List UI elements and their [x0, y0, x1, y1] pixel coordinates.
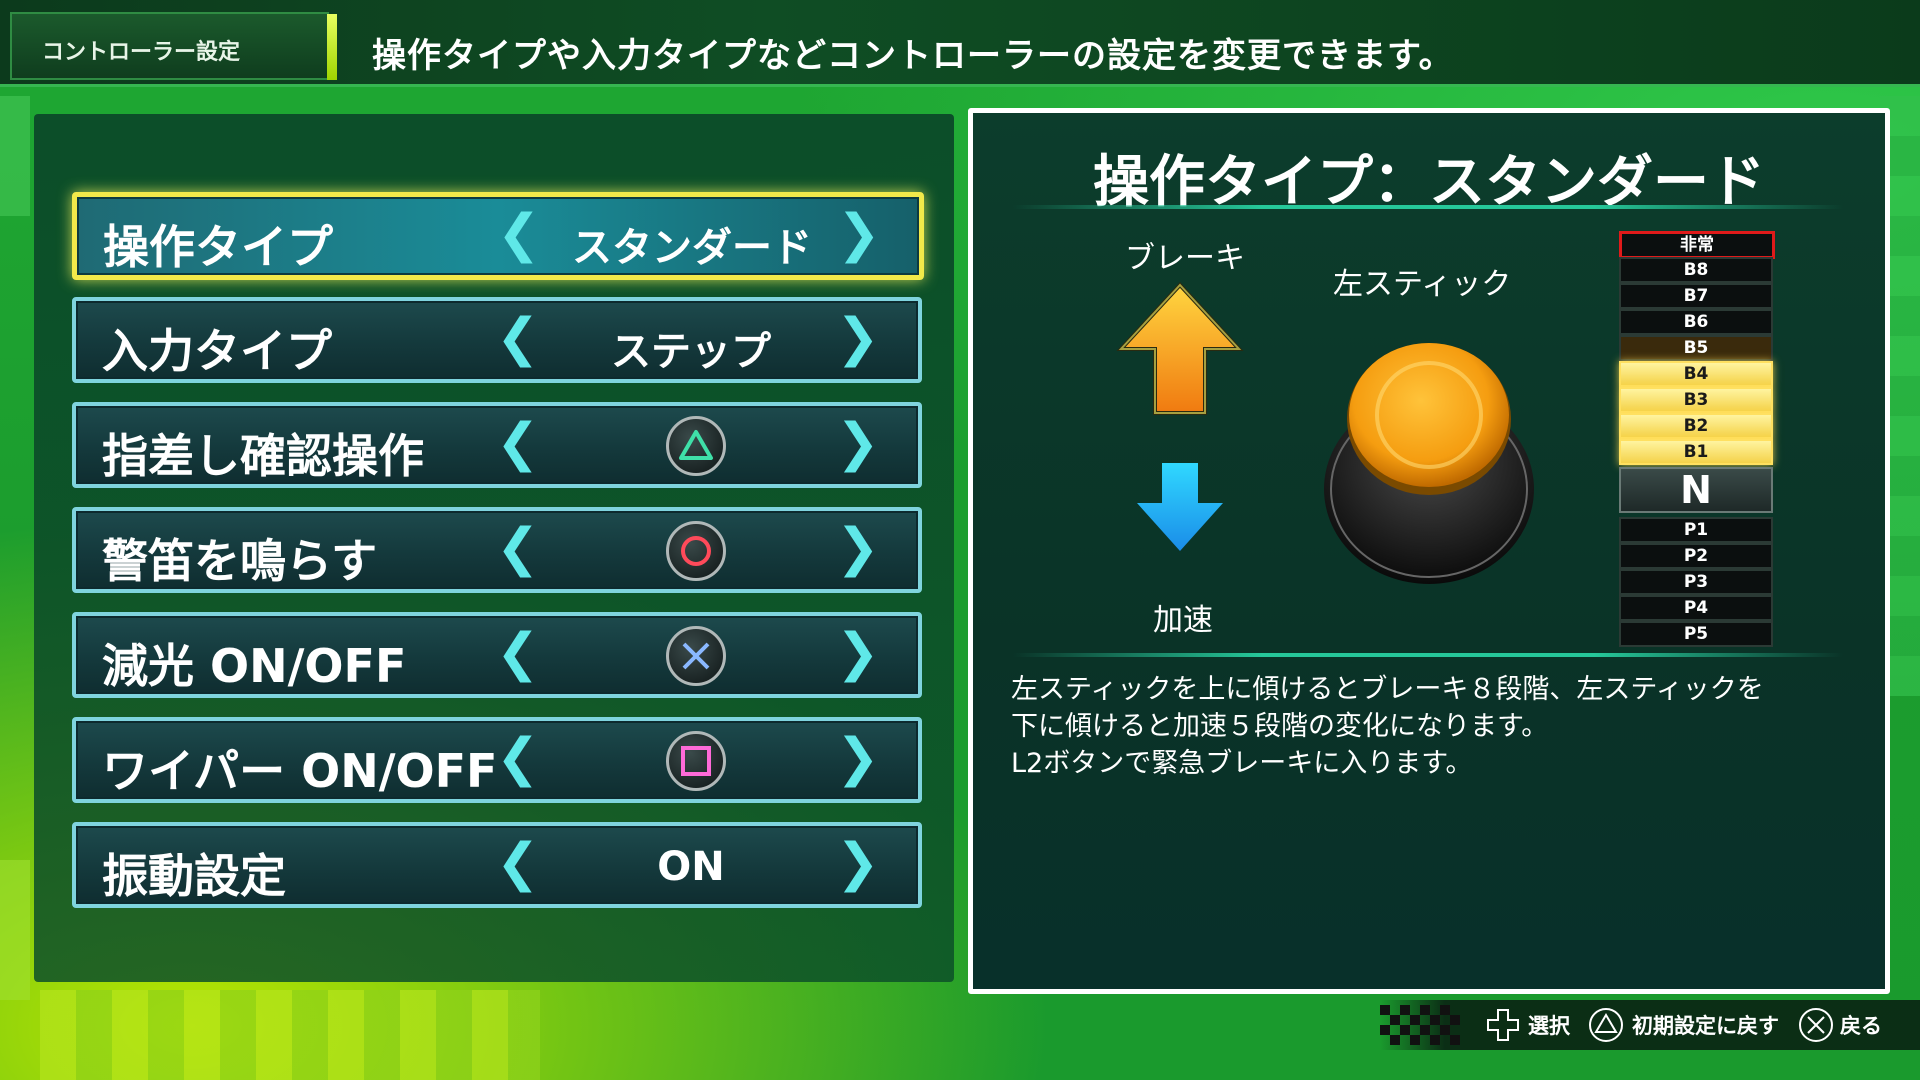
bg-pixel-decoration — [0, 860, 30, 1000]
setting-row-wiper[interactable]: ワイパー ON/OFF ❮ ❯ — [72, 717, 922, 803]
setting-value: スタンダード — [572, 225, 812, 271]
setting-label: ワイパー ON/OFF — [102, 744, 498, 798]
divider — [1013, 205, 1843, 209]
detail-description: 左スティックを上に傾けるとブレーキ８段階、左スティックを 下に傾けると加速５段階… — [1011, 671, 1851, 782]
setting-label: 操作タイプ — [103, 220, 333, 274]
dpad-icon — [1487, 1009, 1519, 1041]
arrow-left-icon[interactable]: ❮ — [496, 627, 540, 679]
notch-b5: B5 — [1619, 335, 1773, 361]
arrow-right-icon[interactable]: ❯ — [836, 522, 880, 574]
stick-label: 左スティック — [1333, 267, 1512, 302]
checker-flag-icon — [1380, 1005, 1460, 1045]
description-line: 下に傾けると加速５段階の変化になります。 — [1011, 711, 1549, 742]
description-line: L2ボタンで緊急ブレーキに入ります。 — [1011, 748, 1473, 779]
arrow-right-icon[interactable]: ❯ — [836, 417, 880, 469]
bg-pixel-decoration — [0, 96, 30, 216]
setting-label: 減光 ON/OFF — [102, 639, 407, 693]
setting-label: 入力タイプ — [102, 324, 332, 378]
left-stick-icon — [1324, 343, 1534, 584]
notch-b1: B1 — [1619, 439, 1773, 465]
cross-icon — [666, 626, 726, 686]
notch-b3: B3 — [1619, 387, 1773, 413]
description-line: 左スティックを上に傾けるとブレーキ８段階、左スティックを — [1011, 674, 1764, 705]
setting-value: ステップ — [611, 329, 771, 375]
arrow-left-icon[interactable]: ❮ — [496, 732, 540, 784]
setting-value: ON — [657, 844, 725, 890]
notch-b6: B6 — [1619, 309, 1773, 335]
setting-row-vibration[interactable]: 振動設定 ❮ ON ❯ — [72, 822, 922, 908]
header-accent — [327, 14, 337, 80]
bg-pixel-decoration — [40, 990, 540, 1080]
arrow-right-icon[interactable]: ❯ — [836, 837, 880, 889]
setting-label: 指差し確認操作 — [102, 429, 424, 483]
circle-icon — [666, 521, 726, 581]
detail-panel: 操作タイプ：スタンダード ブレーキ 加速 左スティック 非常 B8 B7 B6 … — [968, 108, 1890, 994]
notch-p3: P3 — [1619, 569, 1773, 595]
section-title: コントローラー設定 — [42, 40, 241, 65]
arrow-left-icon[interactable]: ❮ — [496, 417, 540, 469]
setting-label: 振動設定 — [102, 849, 286, 903]
notch-emergency: 非常 — [1619, 231, 1775, 259]
setting-row-pointing-check[interactable]: 指差し確認操作 ❮ ❯ — [72, 402, 922, 488]
notch-b4: B4 — [1619, 361, 1773, 387]
notch-p4: P4 — [1619, 595, 1773, 621]
arrow-right-icon[interactable]: ❯ — [836, 627, 880, 679]
arrow-left-icon[interactable]: ❮ — [496, 522, 540, 574]
setting-row-horn[interactable]: 警笛を鳴らす ❮ ❯ — [72, 507, 922, 593]
brake-label: ブレーキ — [1125, 241, 1245, 276]
setting-row-dimmer[interactable]: 減光 ON/OFF ❮ ❯ — [72, 612, 922, 698]
arrow-right-icon[interactable]: ❯ — [836, 732, 880, 784]
header-description: 操作タイプや入力タイプなどコントローラーの設定を変更できます。 — [372, 36, 1454, 76]
button-guide: 選択 初期設定に戻す 戻る — [1380, 1000, 1920, 1050]
notch-b7: B7 — [1619, 283, 1773, 309]
footer-reset: 初期設定に戻す — [1632, 1014, 1779, 1038]
section-tab: コントローラー設定 — [10, 12, 329, 80]
notch-neutral: N — [1619, 467, 1773, 513]
arrow-left-icon[interactable]: ❮ — [497, 208, 541, 260]
arrow-left-icon[interactable]: ❮ — [496, 837, 540, 889]
settings-panel: 操作タイプ ❮ スタンダード ❯ 入力タイプ ❮ ステップ ❯ 指差し確認操作 … — [34, 114, 954, 982]
footer-select: 選択 — [1528, 1014, 1570, 1038]
notch-b8: B8 — [1619, 257, 1773, 283]
arrow-right-icon[interactable]: ❯ — [836, 312, 880, 364]
notch-p1: P1 — [1619, 517, 1773, 543]
accel-label: 加速 — [1153, 603, 1213, 638]
divider — [1013, 653, 1843, 657]
setting-row-operation-type[interactable]: 操作タイプ ❮ スタンダード ❯ — [72, 192, 924, 280]
accel-arrow-icon — [1137, 463, 1223, 551]
square-icon — [666, 731, 726, 791]
setting-row-input-type[interactable]: 入力タイプ ❮ ステップ ❯ — [72, 297, 922, 383]
header-bar: コントローラー設定 操作タイプや入力タイプなどコントローラーの設定を変更できます… — [0, 0, 1920, 87]
setting-label: 警笛を鳴らす — [102, 534, 378, 588]
arrow-right-icon[interactable]: ❯ — [837, 208, 881, 260]
notch-p5: P5 — [1619, 621, 1773, 647]
notch-p2: P2 — [1619, 543, 1773, 569]
footer-back: 戻る — [1840, 1014, 1882, 1038]
notch-b2: B2 — [1619, 413, 1773, 439]
cross-button-icon — [1799, 1008, 1833, 1042]
triangle-button-icon — [1589, 1008, 1623, 1042]
triangle-icon — [666, 416, 726, 476]
arrow-left-icon[interactable]: ❮ — [496, 312, 540, 364]
brake-arrow-icon — [1116, 282, 1244, 415]
